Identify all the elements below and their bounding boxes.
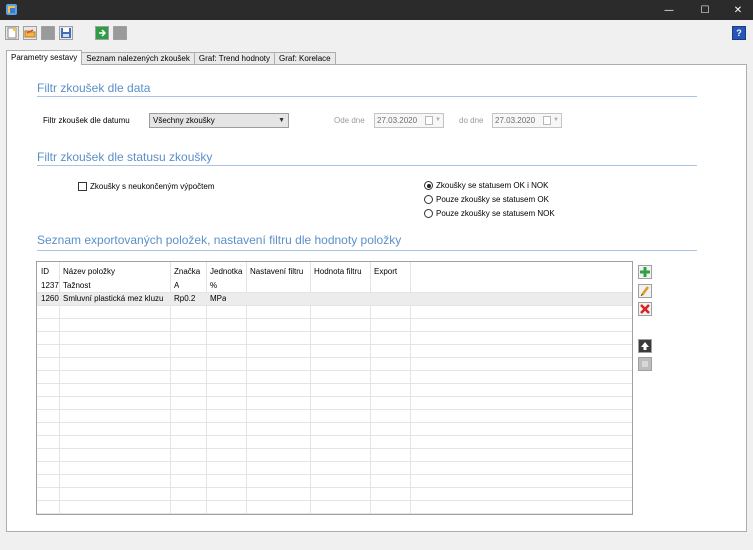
move-down-button <box>638 357 652 371</box>
status-ok-nok-radio[interactable] <box>424 181 433 190</box>
disabled-tool-icon <box>41 26 55 40</box>
delete-icon <box>640 304 650 314</box>
empty-row <box>37 332 632 345</box>
status-nok-radio[interactable] <box>424 209 433 218</box>
empty-row <box>37 501 632 514</box>
date-filter-title: Filtr zkoušek dle data <box>37 81 151 95</box>
status-ok-radio[interactable] <box>424 195 433 204</box>
column-header[interactable]: Export <box>371 266 410 279</box>
table-row[interactable]: 1237 Tažnost A % <box>37 280 632 293</box>
cell-id: 1260 <box>41 294 59 303</box>
cell-symbol: Rp0.2 <box>174 294 196 303</box>
export-list-title: Seznam exportovaných položek, nastavení … <box>37 233 402 247</box>
parameters-panel: Filtr zkoušek dle data Filtr zkoušek dle… <box>6 64 747 532</box>
to-date-label: do dne <box>459 116 484 125</box>
unfinished-checkbox[interactable] <box>78 182 87 191</box>
arrow-up-icon <box>641 342 649 350</box>
empty-row <box>37 449 632 462</box>
column-header[interactable]: Značka <box>171 266 206 279</box>
table-header: ID Název položky Značka Jednotka Nastave… <box>37 266 632 279</box>
section-divider <box>37 165 697 166</box>
cell-symbol: A <box>174 281 180 290</box>
close-button[interactable]: ✕ <box>720 0 753 20</box>
minimize-button[interactable]: — <box>651 0 687 20</box>
new-icon[interactable] <box>5 26 19 40</box>
from-date-picker[interactable]: 27.03.2020 ▼ <box>374 113 444 128</box>
column-header[interactable]: Hodnota filtru <box>311 266 370 279</box>
status-ok-nok-label: Zkoušky se statusem OK i NOK <box>436 181 549 190</box>
edit-item-button[interactable] <box>638 284 652 298</box>
cell-unit: MPa <box>210 294 227 303</box>
empty-row <box>37 345 632 358</box>
unfinished-label: Zkoušky s neukončeným výpočtem <box>90 182 215 191</box>
tab-parameters[interactable]: Parametry sestavy <box>6 50 83 65</box>
empty-row <box>37 371 632 384</box>
open-icon[interactable] <box>23 26 37 40</box>
status-filter-title: Filtr zkoušek dle statusu zkoušky <box>37 150 213 164</box>
empty-row <box>37 423 632 436</box>
empty-row <box>37 358 632 371</box>
column-header[interactable]: Název položky <box>60 266 170 279</box>
app-icon <box>6 4 17 15</box>
help-icon[interactable]: ? <box>732 26 746 40</box>
to-date-value: 27.03.2020 <box>495 116 536 125</box>
move-up-button[interactable] <box>638 339 652 353</box>
chevron-down-icon: ▼ <box>278 117 285 124</box>
to-date-picker[interactable]: 27.03.2020 ▼ <box>492 113 562 128</box>
delete-item-button[interactable] <box>638 302 652 316</box>
maximize-button[interactable]: ☐ <box>687 0 723 20</box>
column-header[interactable]: ID <box>38 266 59 279</box>
stop-icon <box>113 26 127 40</box>
cell-name: Smluvní plastická mez kluzu <box>63 294 164 303</box>
plus-icon <box>640 267 650 277</box>
arrow-down-icon <box>642 361 648 367</box>
column-header[interactable]: Jednotka <box>207 266 246 279</box>
chevron-down-icon: ▼ <box>553 117 559 123</box>
add-item-button[interactable] <box>638 265 652 279</box>
empty-row <box>37 319 632 332</box>
from-date-label: Ode dne <box>334 116 365 125</box>
cell-unit: % <box>210 281 218 290</box>
section-divider <box>37 96 697 97</box>
cell-id: 1237 <box>41 281 59 290</box>
date-filter-select[interactable]: Všechny zkoušky ▼ <box>149 113 289 128</box>
column-header[interactable]: Nastavení filtru <box>247 266 310 279</box>
empty-row <box>37 410 632 423</box>
status-nok-label: Pouze zkoušky se statusem NOK <box>436 209 555 218</box>
date-filter-label: Filtr zkoušek dle datumu <box>43 116 130 125</box>
empty-row <box>37 462 632 475</box>
calendar-icon <box>425 116 433 125</box>
table-row[interactable]: 1260 Smluvní plastická mez kluzu Rp0.2 M… <box>37 293 632 306</box>
empty-row <box>37 306 632 319</box>
calendar-icon <box>543 116 551 125</box>
chevron-down-icon: ▼ <box>435 117 441 123</box>
title-bar: — ☐ ✕ <box>0 0 753 20</box>
empty-row <box>37 384 632 397</box>
tab-bar: Parametry sestavy Seznam nalezených zkou… <box>6 50 336 65</box>
date-filter-value: Všechny zkoušky <box>153 116 215 125</box>
cell-name: Tažnost <box>63 281 91 290</box>
export-items-table[interactable]: ID Název položky Značka Jednotka Nastave… <box>36 261 633 515</box>
from-date-value: 27.03.2020 <box>377 116 418 125</box>
empty-row <box>37 475 632 488</box>
empty-row <box>37 488 632 501</box>
empty-row <box>37 436 632 449</box>
status-ok-label: Pouze zkoušky se statusem OK <box>436 195 549 204</box>
run-icon[interactable] <box>95 26 109 40</box>
save-icon[interactable] <box>59 26 73 40</box>
pencil-icon <box>640 286 649 297</box>
empty-row <box>37 397 632 410</box>
section-divider <box>37 250 697 251</box>
